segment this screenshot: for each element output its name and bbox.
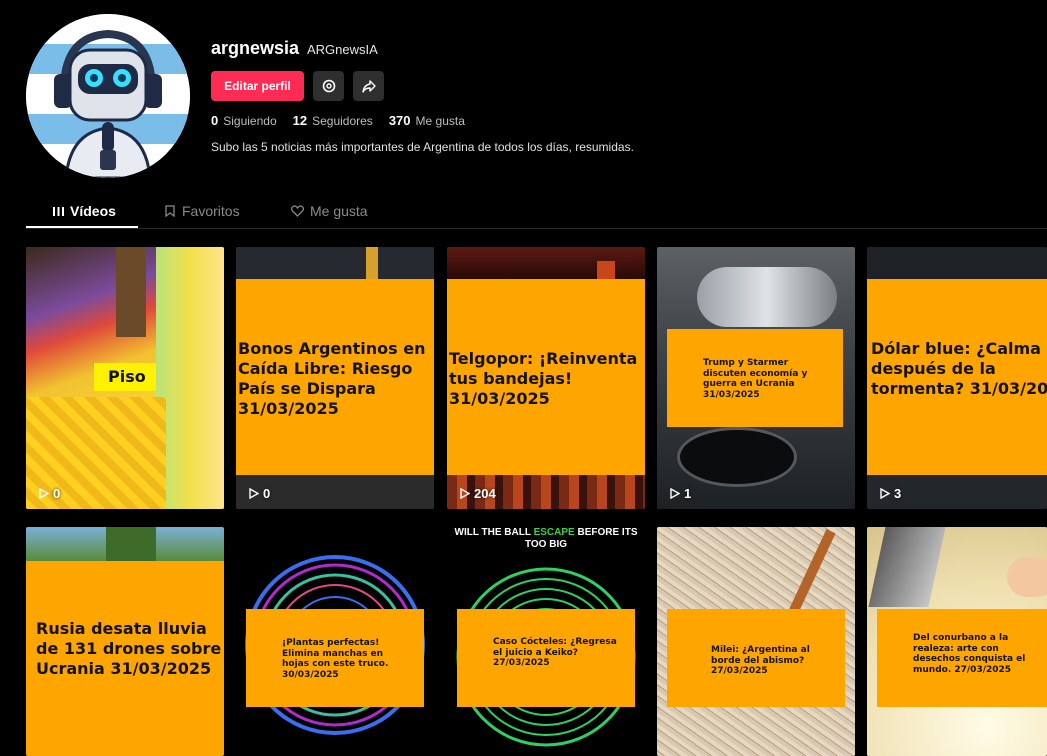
stat-likes: 370 Me gusta	[388, 113, 465, 128]
play-icon	[39, 488, 49, 499]
profile-stats: 0 Siguiendo 12 Seguidores 370 Me gusta	[211, 113, 465, 128]
username: argnewsia	[211, 38, 300, 58]
video-card[interactable]: Rusia desata lluvia de 131 drones sobre …	[26, 527, 224, 756]
video-card[interactable]: Dólar blue: ¿Calma después de la torment…	[867, 247, 1047, 509]
view-count: 204	[459, 486, 496, 501]
play-icon	[460, 488, 470, 499]
video-title: Dólar blue: ¿Calma después de la torment…	[871, 339, 1047, 398]
video-card[interactable]: Telgopor: ¡Reinventa tus bandejas! 31/03…	[447, 247, 645, 509]
video-card[interactable]: Bonos Argentinos en Caída Libre: Riesgo …	[236, 247, 434, 509]
avatar[interactable]	[26, 14, 190, 178]
video-title: Bonos Argentinos en Caída Libre: Riesgo …	[238, 339, 426, 418]
grid-icon	[53, 206, 64, 216]
play-icon	[880, 488, 890, 499]
play-icon	[670, 488, 680, 499]
tab-videos[interactable]: Vídeos	[53, 203, 116, 219]
video-title: Telgopor: ¡Reinventa tus bandejas! 31/03…	[449, 349, 638, 408]
video-title: Caso Cócteles: ¿Regresa el juicio a Keik…	[493, 637, 617, 668]
view-count: 3	[879, 486, 901, 501]
video-title: Milei: ¿Argentina al borde del abismo? 2…	[711, 645, 810, 676]
profile-bio: Subo las 5 noticias más importantes de A…	[211, 140, 634, 154]
settings-button[interactable]	[313, 71, 344, 101]
profile-tabs: Vídeos Favoritos Me gusta	[26, 195, 1047, 229]
video-card[interactable]: ¡Plantas perfectas! Elimina manchas en h…	[236, 527, 434, 756]
video-title: Del conurbano a la realeza: arte con des…	[913, 633, 1026, 675]
share-button[interactable]	[353, 71, 384, 101]
gear-icon	[322, 79, 335, 93]
video-card[interactable]: Piso 0	[26, 247, 224, 509]
active-tab-indicator	[26, 226, 138, 228]
share-arrow-icon	[361, 80, 376, 93]
video-title: ¡Plantas perfectas! Elimina manchas en h…	[282, 638, 389, 680]
view-count: 1	[669, 486, 691, 501]
video-card[interactable]: Trump y Starmer discuten economía y guer…	[657, 247, 855, 509]
view-count: 0	[38, 486, 60, 501]
stat-following[interactable]: 0 Siguiendo	[211, 113, 277, 128]
tab-likes[interactable]: Me gusta	[291, 203, 368, 219]
video-title: Trump y Starmer discuten economía y guer…	[703, 358, 808, 400]
video-title: Rusia desata lluvia de 131 drones sobre …	[36, 619, 222, 678]
bookmark-icon	[165, 205, 175, 217]
stat-followers[interactable]: 12 Seguidores	[293, 113, 373, 128]
robot-avatar-icon	[26, 14, 190, 178]
video-title: Piso	[108, 367, 146, 386]
video-card[interactable]: Del conurbano a la realeza: arte con des…	[867, 527, 1047, 756]
video-card[interactable]: WILL THE BALL ESCAPE BEFORE ITS TOO BIG …	[447, 527, 645, 756]
heart-icon	[291, 205, 304, 217]
play-icon	[249, 488, 259, 499]
video-card[interactable]: Milei: ¿Argentina al borde del abismo? 2…	[657, 527, 855, 756]
tab-favorites[interactable]: Favoritos	[164, 203, 240, 219]
view-count: 0	[248, 486, 270, 501]
edit-profile-button[interactable]: Editar perfil	[211, 71, 304, 101]
nickname: ARGnewsIA	[307, 42, 378, 57]
